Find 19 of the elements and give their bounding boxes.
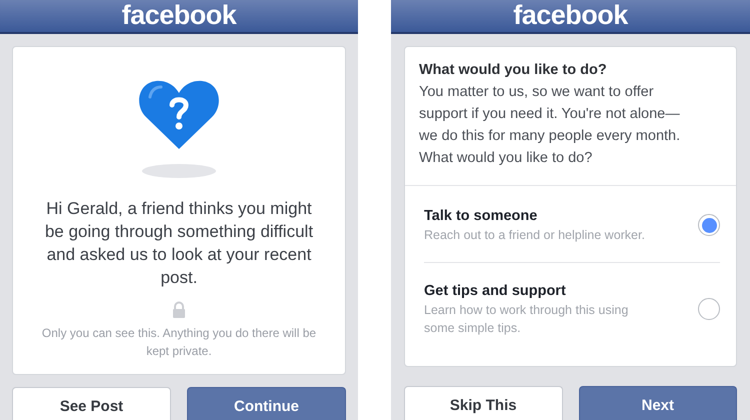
continue-button[interactable]: Next (578, 386, 737, 420)
option-title: Talk to someone (424, 207, 538, 226)
option-row[interactable]: Get tips and support Learn how to work through this using some simple tips. (424, 262, 720, 349)
logo: facebook (513, 0, 628, 30)
option-row[interactable]: Talk to someone Reach out to a friend or helpline worker. (424, 186, 720, 262)
intro-text: You matter to us, so we want to offer support if you need it. You're not alone— we do this for many people every month. What would you like to do? (419, 83, 682, 168)
lock-icon (172, 301, 186, 318)
logo: facebook (122, 0, 236, 30)
message-text: Hi Gerald, a friend thinks you might be going through something difficult and asked us to look at your recent post. (44, 198, 314, 289)
radio-button[interactable] (698, 214, 720, 236)
radio-button[interactable] (698, 298, 720, 320)
option-description: Learn how to work through this using some simple tips. (424, 302, 630, 337)
secondary-button[interactable]: Skip This (404, 386, 562, 420)
option-title: Get tips and support (424, 282, 567, 301)
continue-button[interactable]: Continue (187, 387, 346, 420)
secondary-button[interactable]: See Post (12, 387, 171, 420)
privacy-note: Only you can see this. Anything you do there will be kept private. (40, 325, 318, 360)
option-description: Reach out to a friend or helpline worker. (424, 227, 645, 244)
heading: What would you like to do? (419, 61, 608, 80)
